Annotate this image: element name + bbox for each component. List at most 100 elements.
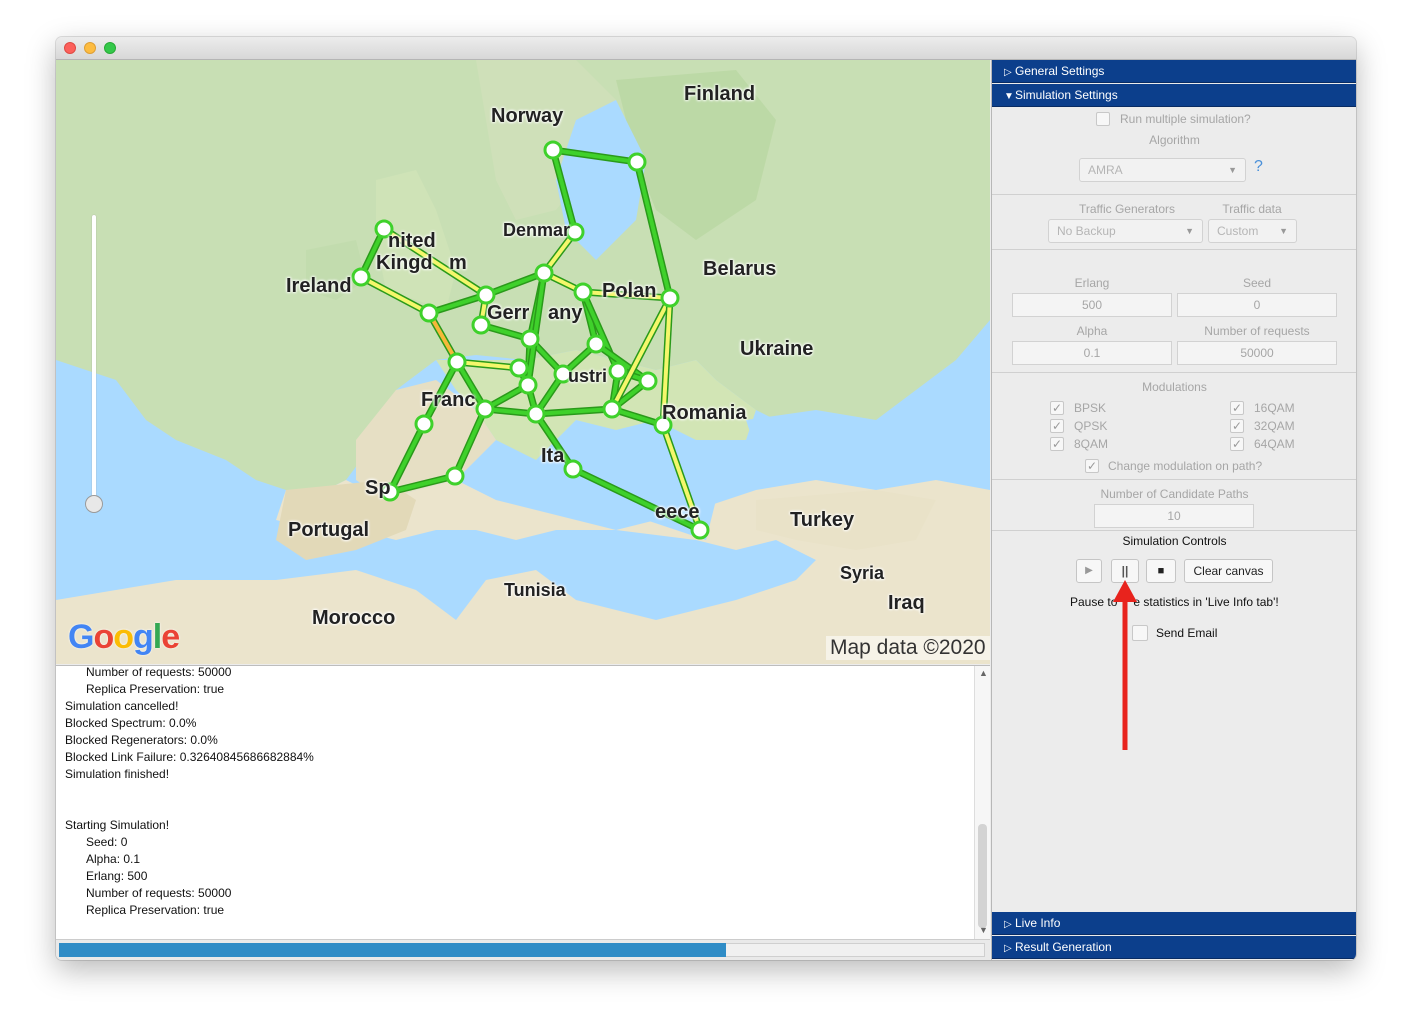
simulation-controls-label: Simulation Controls: [1122, 534, 1227, 548]
network-node[interactable]: [543, 140, 563, 160]
network-node[interactable]: [526, 404, 546, 424]
requests-label: Number of requests: [1204, 324, 1310, 338]
candidate-paths-field[interactable]: 10: [1094, 504, 1254, 528]
network-node[interactable]: [520, 329, 540, 349]
traffic-data-select[interactable]: Custom ▼: [1208, 219, 1297, 243]
qpsk-checkbox[interactable]: ✓: [1050, 419, 1064, 433]
network-node[interactable]: [608, 361, 628, 381]
map-label-greece: eece: [655, 501, 700, 523]
network-node[interactable]: [445, 466, 465, 486]
console-output[interactable]: Number of requests: 50000 Replica Preserv…: [56, 665, 990, 940]
change-modulation-label: Change modulation on path?: [1108, 459, 1263, 473]
help-icon[interactable]: ?: [1254, 158, 1263, 176]
network-link[interactable]: [453, 408, 487, 477]
alpha-label: Alpha: [1076, 324, 1108, 338]
map-attribution: Map data ©2020: [826, 636, 990, 660]
console-line: Number of requests: 50000: [86, 886, 232, 900]
network-node[interactable]: [509, 358, 529, 378]
general-settings-label: General Settings: [1015, 64, 1105, 78]
bpsk-label: BPSK: [1074, 401, 1107, 415]
traffic-generators-select[interactable]: No Backup ▼: [1048, 219, 1203, 243]
close-window-button[interactable]: [64, 42, 76, 54]
network-node[interactable]: [419, 303, 439, 323]
algorithm-select[interactable]: AMRA ▼: [1079, 158, 1246, 182]
network-node[interactable]: [602, 399, 622, 419]
pause-hint-b: e statistics in 'Live Info tab'!: [1133, 595, 1279, 609]
network-node[interactable]: [447, 352, 467, 372]
chevron-down-icon: ▼: [1228, 165, 1237, 175]
app-window: Finland Norway Denmar nited Kingd m Ireland Ger…: [56, 37, 1356, 960]
16qam-checkbox[interactable]: ✓: [1230, 401, 1244, 415]
scrollbar-thumb[interactable]: [978, 824, 987, 928]
console-line: Seed: 0: [86, 835, 128, 849]
network-link[interactable]: [360, 275, 430, 315]
64qam-checkbox[interactable]: ✓: [1230, 437, 1244, 451]
console-line: Alpha: 0.1: [86, 852, 141, 866]
result-generation-header[interactable]: ▷ Result Generation: [992, 936, 1356, 959]
traffic-generators-value: No Backup: [1057, 224, 1116, 238]
network-node[interactable]: [638, 371, 658, 391]
change-modulation-checkbox[interactable]: ✓: [1085, 459, 1099, 473]
network-node[interactable]: [660, 288, 680, 308]
network-node[interactable]: [475, 399, 495, 419]
traffic-data-value: Custom: [1217, 224, 1259, 238]
run-multiple-checkbox[interactable]: [1096, 112, 1110, 126]
traffic-section: Traffic Generators Traffic data No Backu…: [992, 195, 1356, 250]
seed-field[interactable]: 0: [1177, 293, 1337, 317]
chevron-down-icon: ▼: [1004, 91, 1014, 102]
map-label-syria: Syria: [840, 563, 885, 583]
bpsk-checkbox[interactable]: ✓: [1050, 401, 1064, 415]
console-scrollbar[interactable]: ▲ ▼: [974, 666, 990, 940]
network-node[interactable]: [690, 520, 710, 540]
network-node[interactable]: [476, 285, 496, 305]
network-node[interactable]: [534, 263, 554, 283]
chevron-down-icon: ▼: [1279, 226, 1288, 236]
maximize-window-button[interactable]: [104, 42, 116, 54]
network-node[interactable]: [351, 267, 371, 287]
network-node[interactable]: [627, 152, 647, 172]
alpha-field[interactable]: 0.1: [1012, 341, 1172, 365]
stop-button[interactable]: ■: [1146, 559, 1176, 583]
algorithm-value: AMRA: [1088, 163, 1123, 177]
map-label-portugal: Portugal: [288, 519, 370, 541]
scroll-down-icon[interactable]: ▼: [979, 925, 988, 935]
network-node[interactable]: [563, 459, 583, 479]
map-label-austria: ustri: [568, 366, 608, 386]
map-label-ukraine: Ukraine: [740, 338, 814, 360]
progress-fill: [59, 943, 726, 957]
stop-icon: ■: [1157, 565, 1165, 577]
modulations-section: Modulations ✓ BPSK ✓ QPSK ✓ 8QAM ✓ 16QAM…: [992, 373, 1356, 480]
chevron-right-icon: ▷: [1004, 67, 1012, 78]
network-map[interactable]: Finland Norway Denmar nited Kingd m Ireland Ger…: [56, 60, 990, 664]
network-node[interactable]: [518, 375, 538, 395]
minimize-window-button[interactable]: [84, 42, 96, 54]
requests-field[interactable]: 50000: [1177, 341, 1337, 365]
network-link[interactable]: [635, 161, 672, 299]
clear-canvas-button[interactable]: Clear canvas: [1184, 559, 1273, 583]
live-info-header[interactable]: ▷ Live Info: [992, 912, 1356, 935]
traffic-generators-label: Traffic Generators: [1078, 202, 1176, 216]
map-label-uk3: m: [449, 252, 467, 274]
console-line: Starting Simulation!: [65, 818, 170, 832]
chevron-right-icon: ▷: [1004, 919, 1012, 930]
network-node[interactable]: [414, 414, 434, 434]
send-email-label: Send Email: [1156, 626, 1218, 640]
map-label-tunisia: Tunisia: [504, 580, 566, 600]
general-settings-header[interactable]: ▷ General Settings: [992, 60, 1356, 83]
simulation-settings-header[interactable]: ▼Simulation Settings: [992, 84, 1356, 107]
network-link[interactable]: [552, 148, 638, 164]
qpsk-label: QPSK: [1074, 419, 1108, 433]
play-button[interactable]: ▶: [1076, 559, 1102, 583]
8qam-label: 8QAM: [1074, 437, 1109, 451]
erlang-field[interactable]: 500: [1012, 293, 1172, 317]
play-icon: ▶: [1085, 565, 1093, 576]
network-node[interactable]: [586, 334, 606, 354]
console-line: Replica Preservation: true: [86, 682, 225, 696]
32qam-checkbox[interactable]: ✓: [1230, 419, 1244, 433]
network-node[interactable]: [573, 282, 593, 302]
chevron-right-icon: ▷: [1004, 943, 1012, 954]
scroll-up-icon[interactable]: ▲: [979, 668, 988, 678]
chevron-down-icon: ▼: [1185, 226, 1194, 236]
candidate-paths-label: Number of Candidate Paths: [1100, 487, 1249, 501]
8qam-checkbox[interactable]: ✓: [1050, 437, 1064, 451]
